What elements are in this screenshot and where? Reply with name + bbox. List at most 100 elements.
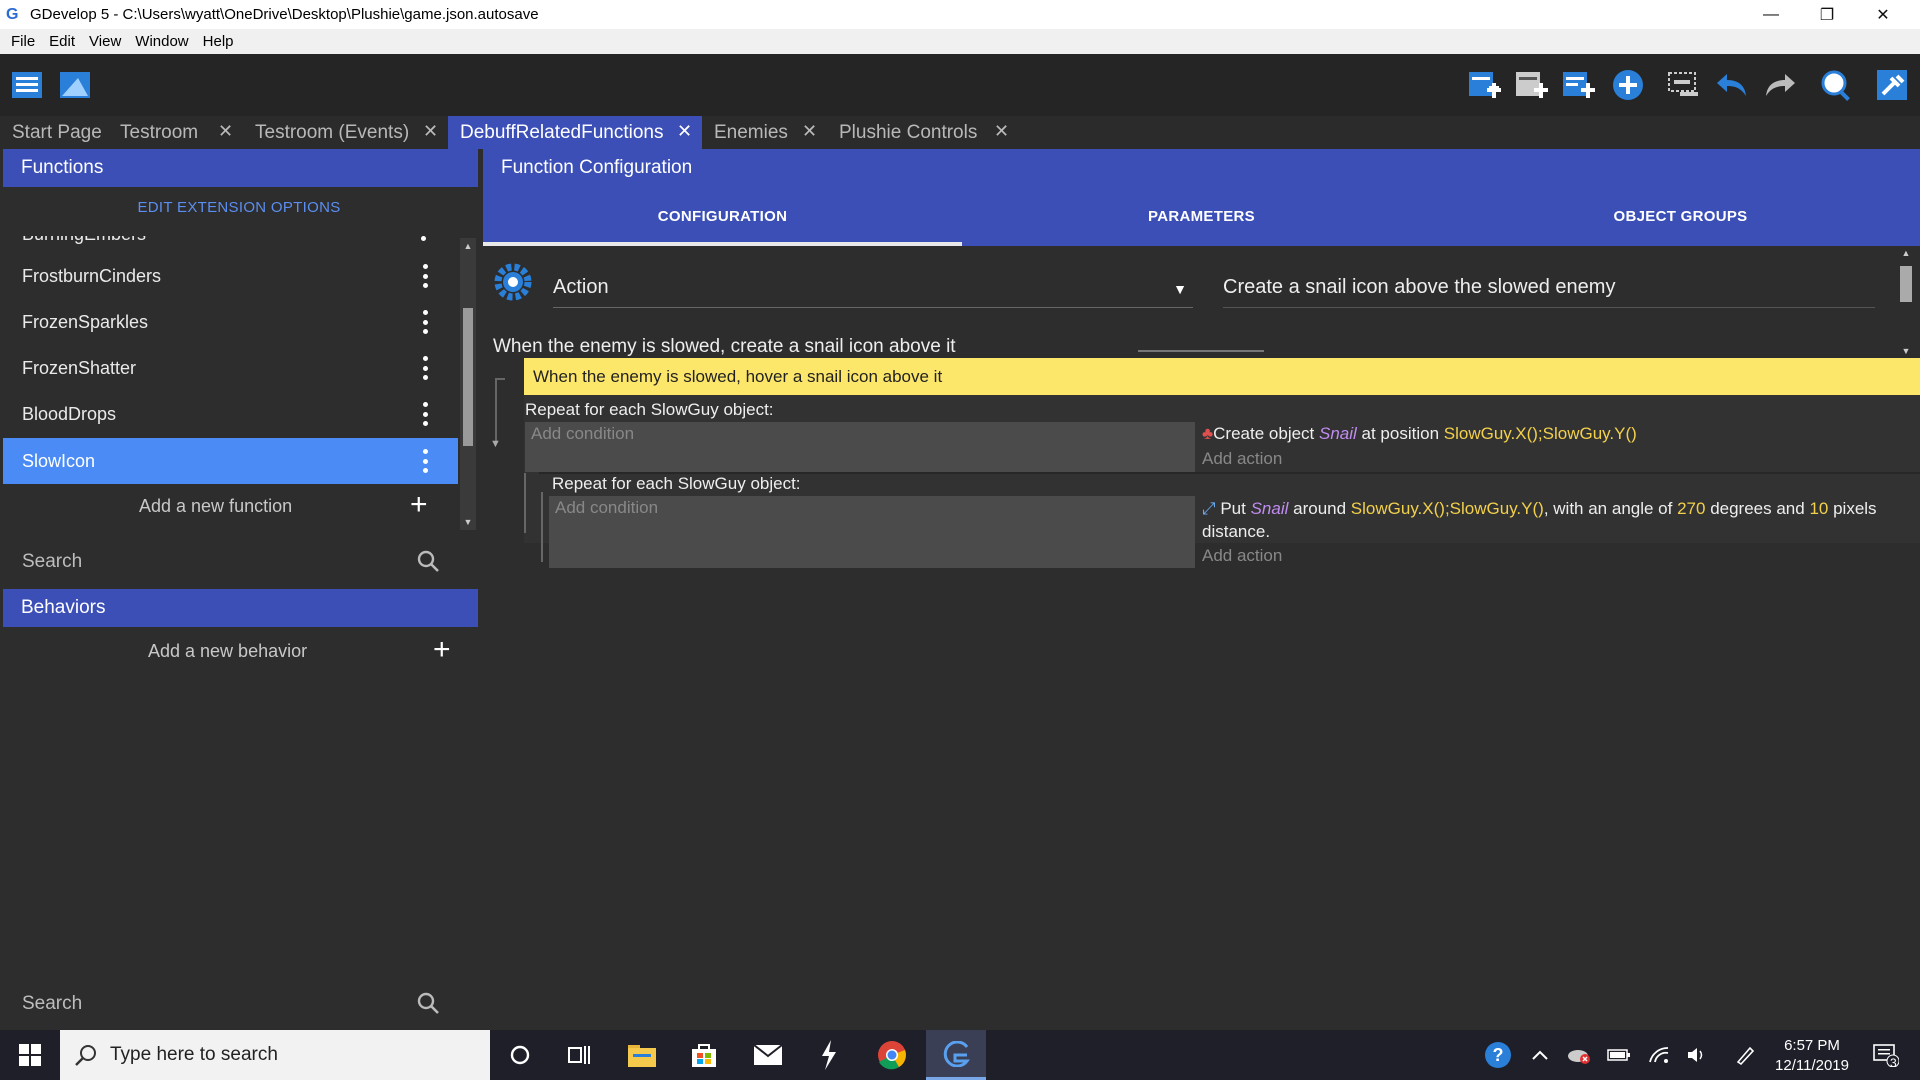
action-put-around[interactable]: ⤢ Put Snail around SlowGuy.X();SlowGuy.Y…	[1202, 497, 1914, 543]
menu-help[interactable]: Help	[196, 33, 241, 50]
menu-edit[interactable]: Edit	[42, 33, 82, 50]
search-events-icon[interactable]	[1817, 66, 1855, 104]
add-sub-event-icon[interactable]	[1512, 66, 1550, 104]
function-item-frozensparkles[interactable]: FrozenSparkles	[3, 299, 458, 345]
add-condition-link[interactable]: Add condition	[531, 424, 634, 444]
delete-selection-icon[interactable]	[1664, 66, 1702, 104]
function-list-scrollbar[interactable]: ▲ ▼	[460, 238, 476, 530]
add-action-link[interactable]: Add action	[1202, 449, 1282, 469]
file-explorer-icon[interactable]	[614, 1030, 670, 1080]
battery-icon[interactable]	[1604, 1030, 1634, 1080]
redo-icon[interactable]	[1761, 66, 1799, 104]
more-options-icon[interactable]	[422, 402, 428, 426]
close-window-button[interactable]: ✕	[1860, 0, 1906, 29]
search-placeholder: Search	[22, 551, 83, 572]
scroll-up-arrow-icon[interactable]: ▲	[1900, 248, 1912, 258]
undo-icon[interactable]	[1713, 66, 1751, 104]
more-options-icon[interactable]	[422, 356, 428, 380]
tab-object-groups[interactable]: OBJECT GROUPS	[1441, 187, 1920, 246]
wifi-icon[interactable]	[1644, 1030, 1674, 1080]
configuration-form: Action ▼ Create a snail icon above the s…	[483, 246, 1920, 358]
windows-start-icon[interactable]	[2, 1030, 58, 1080]
menu-view[interactable]: View	[82, 33, 128, 50]
settings-icon[interactable]	[1873, 66, 1911, 104]
search-icon[interactable]	[416, 991, 440, 1021]
app-lightning-icon[interactable]	[801, 1030, 857, 1080]
close-tab-icon[interactable]: ✕	[218, 121, 233, 142]
collapse-arrow-icon[interactable]: ▼	[490, 438, 501, 450]
menu-window[interactable]: Window	[128, 33, 195, 50]
close-tab-icon[interactable]: ✕	[802, 121, 817, 142]
tab-start-page[interactable]: Start Page	[0, 116, 108, 149]
show-hidden-icons-chevron-icon[interactable]	[1526, 1030, 1554, 1080]
help-icon[interactable]: ?	[1480, 1030, 1516, 1080]
action-center-icon[interactable]: 3	[1866, 1030, 1906, 1080]
close-tab-icon[interactable]: ✕	[423, 121, 438, 142]
system-clock[interactable]: 6:57 PM 12/11/2019	[1766, 1036, 1858, 1076]
tab-testroom[interactable]: Testroom ✕	[108, 116, 236, 149]
create-object-icon: ♣	[1202, 424, 1214, 443]
function-item-frozenshatter[interactable]: FrozenShatter	[3, 345, 458, 391]
restore-button[interactable]: ❐	[1804, 0, 1850, 29]
scroll-down-arrow-icon[interactable]: ▼	[463, 517, 473, 527]
function-item-blooddrops[interactable]: BloodDrops	[3, 391, 458, 437]
function-type-select[interactable]: Action ▼	[553, 276, 1193, 308]
volume-icon[interactable]	[1682, 1030, 1712, 1080]
tab-plushie-controls[interactable]: Plushie Controls ✕	[827, 116, 1017, 149]
function-list-cut-row: BurningEmbers	[3, 236, 458, 248]
functions-panel: Functions EDIT EXTENSION OPTIONS Burning…	[0, 149, 483, 1030]
sentence-field-partial[interactable]: When the enemy is slowed, create a snail…	[493, 336, 956, 358]
tab-configuration[interactable]: CONFIGURATION	[483, 187, 962, 246]
more-options-icon[interactable]	[422, 449, 428, 473]
task-view-icon[interactable]	[552, 1030, 608, 1080]
project-manager-icon[interactable]	[8, 66, 46, 104]
function-configuration-panel: Function Configuration CONFIGURATION PAR…	[483, 149, 1920, 1030]
scroll-down-arrow-icon[interactable]: ▼	[1900, 346, 1912, 356]
action-create-object[interactable]: ♣Create object Snail at position SlowGuy…	[1202, 422, 1902, 445]
search-icon[interactable]	[416, 549, 440, 579]
tab-debuff-related-functions[interactable]: DebuffRelatedFunctions ✕	[448, 116, 702, 149]
taskbar-search-box[interactable]: Type here to search	[60, 1030, 490, 1080]
edit-extension-options-button[interactable]: EDIT EXTENSION OPTIONS	[0, 199, 478, 216]
conditions-area[interactable]: Add condition	[525, 422, 1195, 472]
add-behavior-plus-icon[interactable]: +	[433, 633, 451, 667]
mail-icon[interactable]	[740, 1030, 796, 1080]
add-function-row[interactable]: Add a new function +	[3, 486, 458, 526]
svg-text:?: ?	[1493, 1045, 1504, 1065]
add-behavior-row[interactable]: Add a new behavior +	[3, 631, 458, 671]
scroll-up-arrow-icon[interactable]: ▲	[463, 241, 473, 251]
pen-icon[interactable]	[1730, 1030, 1760, 1080]
add-comment-icon[interactable]	[1559, 66, 1597, 104]
scrollbar-thumb[interactable]	[1900, 266, 1912, 302]
tab-parameters[interactable]: PARAMETERS	[962, 187, 1441, 246]
function-description-field[interactable]: Create a snail icon above the slowed ene…	[1223, 276, 1875, 308]
more-options-icon[interactable]	[422, 310, 428, 334]
function-item-frostburncinders[interactable]: FrostburnCinders	[3, 253, 458, 299]
more-options-icon[interactable]	[422, 264, 428, 288]
function-item-slowicon[interactable]: SlowIcon	[3, 438, 458, 484]
onedrive-error-icon[interactable]	[1564, 1030, 1594, 1080]
add-function-plus-icon[interactable]: +	[410, 488, 428, 522]
add-other-icon[interactable]	[1609, 66, 1647, 104]
conditions-area[interactable]: Add condition	[549, 496, 1195, 568]
close-tab-icon[interactable]: ✕	[994, 121, 1009, 142]
menu-file[interactable]: File	[4, 33, 42, 50]
tab-testroom-events[interactable]: Testroom (Events) ✕	[243, 116, 443, 149]
config-scrollbar[interactable]: ▲ ▼	[1896, 246, 1916, 358]
scene-preview-icon[interactable]	[56, 66, 94, 104]
behaviors-search-field[interactable]: Search	[3, 983, 458, 1023]
close-tab-icon[interactable]: ✕	[677, 121, 692, 142]
chrome-icon[interactable]	[864, 1030, 920, 1080]
gdevelop-taskbar-icon[interactable]	[926, 1030, 986, 1080]
microsoft-store-icon[interactable]	[676, 1030, 732, 1080]
add-action-link[interactable]: Add action	[1202, 546, 1282, 566]
functions-search-field[interactable]: Search	[3, 541, 458, 581]
event-title: Repeat for each SlowGuy object:	[525, 400, 774, 419]
cortana-icon[interactable]	[492, 1030, 548, 1080]
event-comment[interactable]: When the enemy is slowed, hover a snail …	[524, 358, 1920, 395]
tab-enemies[interactable]: Enemies ✕	[702, 116, 827, 149]
scrollbar-thumb[interactable]	[463, 308, 473, 446]
add-condition-link[interactable]: Add condition	[555, 498, 658, 518]
add-event-icon[interactable]	[1465, 66, 1503, 104]
minimize-button[interactable]: —	[1748, 0, 1794, 29]
